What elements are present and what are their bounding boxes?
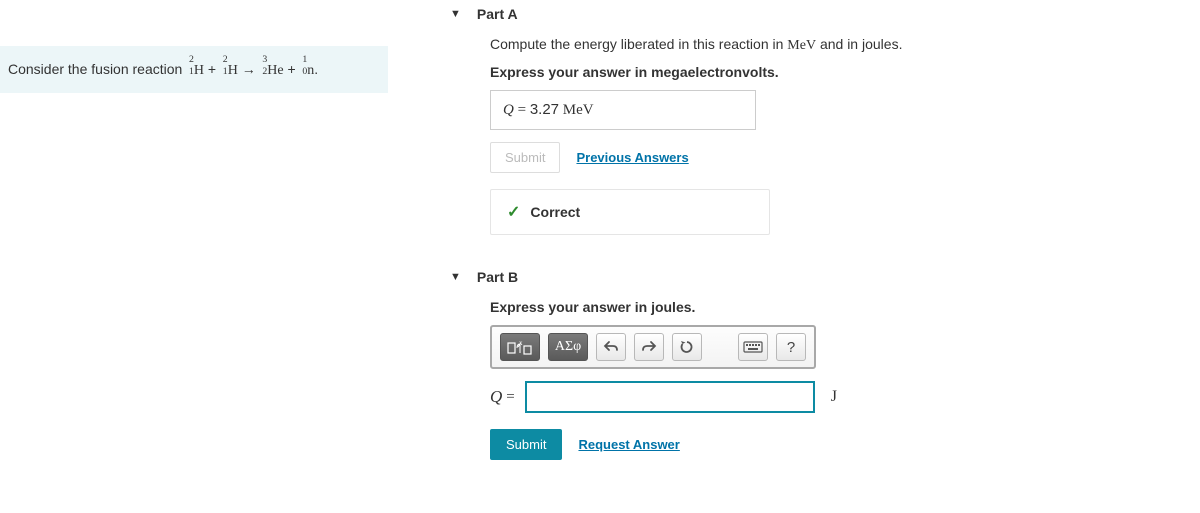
request-answer-link[interactable]: Request Answer xyxy=(578,437,679,452)
unit-label: J xyxy=(831,388,837,406)
answer-input[interactable] xyxy=(525,381,815,413)
undo-button[interactable] xyxy=(596,333,626,361)
part-a-question: Compute the energy liberated in this rea… xyxy=(490,36,1170,54)
previous-answers-link[interactable]: Previous Answers xyxy=(576,150,688,165)
templates-button[interactable]: x xyxy=(500,333,540,361)
submit-button[interactable]: Submit xyxy=(490,429,562,460)
part-a-answer-box: Q = 3.27 MeV xyxy=(490,90,756,130)
answer-input-widget: x ΑΣφ ? xyxy=(490,325,816,369)
part-a-title: Part A xyxy=(477,6,518,22)
answer-variable: Q xyxy=(490,387,502,407)
part-b-instruction: Express your answer in joules. xyxy=(490,299,1170,315)
part-b-header[interactable]: ▼ Part B xyxy=(450,263,1170,299)
symbols-button[interactable]: ΑΣφ xyxy=(548,333,588,361)
part-a-instruction: Express your answer in megaelectronvolts… xyxy=(490,64,1170,80)
part-a-header[interactable]: ▼ Part A xyxy=(450,0,1170,36)
reset-button[interactable] xyxy=(672,333,702,361)
keyboard-button[interactable] xyxy=(738,333,768,361)
caret-down-icon: ▼ xyxy=(450,8,461,20)
part-b-title: Part B xyxy=(477,269,518,285)
submit-button: Submit xyxy=(490,142,560,173)
answer-variable: Q xyxy=(503,102,514,118)
check-icon: ✓ xyxy=(507,202,520,222)
prompt-intro: Consider the fusion reaction xyxy=(8,61,186,77)
correct-label: Correct xyxy=(530,204,580,220)
redo-button[interactable] xyxy=(634,333,664,361)
caret-down-icon: ▼ xyxy=(450,271,461,283)
question-prompt: Consider the fusion reaction 21H + 21H →… xyxy=(0,46,388,93)
correct-feedback: ✓ Correct xyxy=(490,189,770,235)
help-button[interactable]: ? xyxy=(776,333,806,361)
